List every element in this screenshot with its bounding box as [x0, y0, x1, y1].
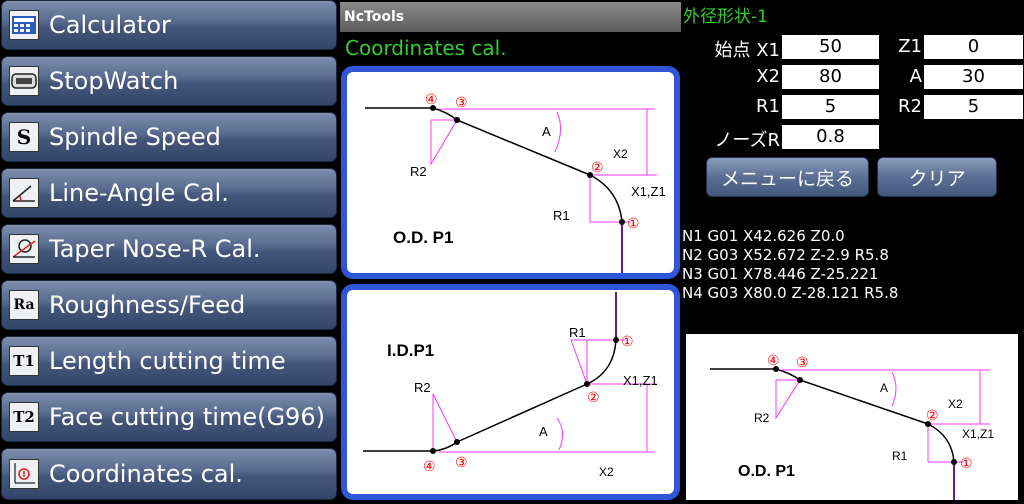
- taper-nose-icon: [9, 234, 39, 264]
- id-angle-label: A: [539, 424, 548, 439]
- id-diagram-card: ④ ③ ② ① A X2 X1,Z1 R1 R2 I.D.P1: [341, 284, 680, 500]
- menu-item-label: Length cutting time: [49, 347, 286, 375]
- menu-item-label: Roughness/Feed: [49, 291, 246, 319]
- line-angle-icon: [9, 178, 39, 208]
- angle-input[interactable]: [924, 65, 1023, 89]
- preview-x1z1-label: X1,Z1: [962, 427, 994, 441]
- od-point-2-label: ②: [591, 159, 604, 175]
- id-r2-label: R2: [414, 380, 431, 395]
- preview-diagram-title: O.D. P1: [738, 463, 795, 480]
- stopwatch-icon: [9, 66, 39, 96]
- face-time-icon: T2: [9, 402, 39, 432]
- od-point-4-label: ④: [425, 91, 438, 107]
- clear-button[interactable]: クリア: [877, 157, 997, 197]
- gcode-line: N4 G03 X80.0 Z-28.121 R5.8: [682, 284, 899, 302]
- od-diagram-card: ④ ③ ② ① A X2 X1,Z1 R1 R2 O.D. P1: [341, 66, 680, 279]
- menu-item-label: StopWatch: [49, 67, 179, 95]
- preview-angle-label: A: [880, 381, 888, 395]
- menu-item-label: Taper Nose-R Cal.: [49, 235, 261, 263]
- od-x2-label: X2: [613, 147, 628, 161]
- od-point-1-label: ①: [627, 215, 640, 231]
- od-r1-label: R1: [553, 208, 570, 223]
- start-x1-label: 始点 X1: [714, 40, 780, 61]
- roughness-icon: Ra: [9, 290, 39, 320]
- id-x2-label: X2: [599, 465, 614, 479]
- menu-item-calculator[interactable]: Calculator: [1, 0, 337, 50]
- menu-item-roughness[interactable]: Ra Roughness/Feed: [1, 280, 337, 330]
- id-point-1-label: ①: [621, 333, 634, 349]
- nose-r-input[interactable]: [782, 125, 879, 149]
- menu-item-label: Coordinates cal.: [49, 460, 243, 488]
- id-point-2-label: ②: [587, 389, 600, 405]
- od-x1z1-label: X1,Z1: [631, 184, 666, 199]
- menu-item-label: Line-Angle Cal.: [49, 179, 229, 207]
- od-angle-label: A: [542, 124, 551, 139]
- id-point-4-label: ④: [423, 458, 436, 474]
- page-title: Coordinates cal.: [345, 36, 507, 60]
- preview-diagram-card: ④ ③ ② ① A X2 X1,Z1 R1 R2 O.D. P1: [686, 334, 1018, 500]
- window-title-bar: NcTools: [340, 2, 681, 32]
- id-diagram: ④ ③ ② ① A X2 X1,Z1 R1 R2 I.D.P1: [363, 292, 658, 479]
- menu-item-label: Calculator: [49, 11, 171, 39]
- id-x1z1-label: X1,Z1: [623, 373, 658, 388]
- z1-input[interactable]: [924, 35, 1023, 59]
- menu-item-taper-nose[interactable]: Taper Nose-R Cal.: [1, 224, 337, 274]
- z1-label: Z1: [898, 36, 922, 57]
- spindle-speed-icon: S: [9, 122, 39, 152]
- id-point-3-label: ③: [455, 454, 468, 470]
- form-title: 外径形状-1: [683, 7, 768, 27]
- menu-item-length-time[interactable]: T1 Length cutting time: [1, 336, 337, 386]
- coordinates-icon: [9, 459, 39, 489]
- preview-point-2-label: ②: [926, 407, 939, 423]
- id-r1-label: R1: [569, 325, 586, 340]
- length-time-icon: T1: [9, 346, 39, 376]
- r2-input[interactable]: [924, 95, 1023, 119]
- menu-item-line-angle[interactable]: Line-Angle Cal.: [1, 168, 337, 218]
- r1-label: R1: [756, 96, 780, 117]
- r1-input[interactable]: [782, 95, 879, 119]
- gcode-line: N1 G01 X42.626 Z0.0: [682, 227, 845, 245]
- od-point-3-label: ③: [455, 94, 468, 110]
- gcode-output: N1 G01 X42.626 Z0.0 N2 G03 X52.672 Z-2.9…: [682, 227, 898, 303]
- od-r2-label: R2: [410, 164, 427, 179]
- preview-point-3-label: ③: [796, 354, 809, 370]
- gcode-line: N2 G03 X52.672 Z-2.9 R5.8: [682, 246, 889, 264]
- calculator-icon: [9, 10, 39, 40]
- menu-item-spindle-speed[interactable]: S Spindle Speed: [1, 112, 337, 162]
- r2-label: R2: [898, 96, 922, 117]
- preview-diagram: ④ ③ ② ① A X2 X1,Z1 R1 R2 O.D. P1: [710, 352, 994, 500]
- x2-label: X2: [756, 66, 780, 87]
- id-diagram-title: I.D.P1: [387, 341, 434, 360]
- x1-input[interactable]: [782, 35, 879, 59]
- menu-item-stopwatch[interactable]: StopWatch: [1, 56, 337, 106]
- preview-r1-label: R1: [892, 449, 908, 463]
- back-to-menu-button[interactable]: メニューに戻る: [706, 157, 869, 197]
- nose-r-label: ノーズR: [714, 130, 780, 151]
- a-label: A: [909, 66, 922, 87]
- main-menu: Calculator StopWatch S Spindle Speed Lin…: [0, 0, 340, 500]
- od-diagram: ④ ③ ② ① A X2 X1,Z1 R1 R2 O.D. P1: [365, 91, 666, 273]
- preview-x2-label: X2: [948, 397, 963, 411]
- x2-input[interactable]: [782, 65, 879, 89]
- od-diagram-title: O.D. P1: [393, 228, 453, 247]
- preview-point-1-label: ①: [960, 455, 973, 471]
- menu-item-face-time[interactable]: T2 Face cutting time(G96): [1, 392, 337, 442]
- menu-item-label: Spindle Speed: [49, 123, 221, 151]
- preview-point-4-label: ④: [767, 352, 780, 368]
- menu-item-coordinates[interactable]: Coordinates cal.: [1, 448, 337, 500]
- preview-r2-label: R2: [754, 411, 770, 425]
- gcode-line: N3 G01 X78.446 Z-25.221: [682, 265, 879, 283]
- menu-item-label: Face cutting time(G96): [49, 403, 325, 431]
